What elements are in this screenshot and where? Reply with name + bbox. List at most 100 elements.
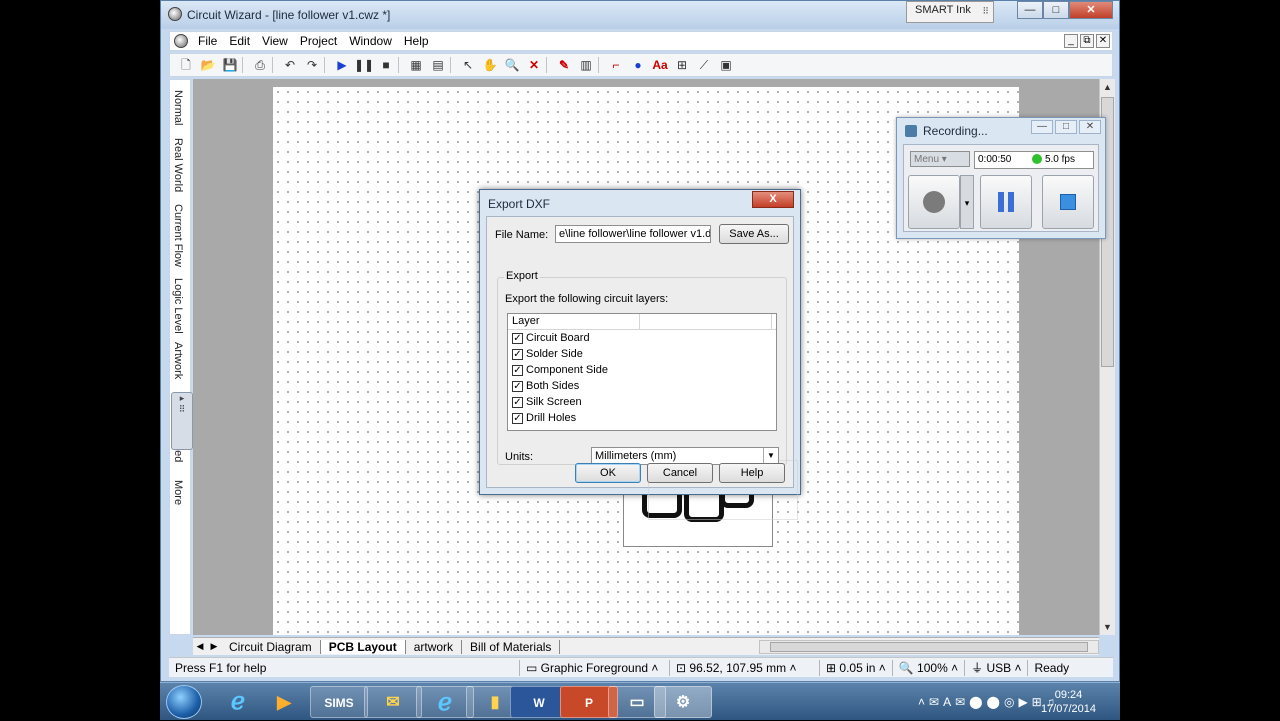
- package-icon[interactable]: ▣: [716, 56, 736, 74]
- tab-next-icon[interactable]: ▶: [207, 641, 221, 652]
- play-icon[interactable]: ▶: [332, 56, 352, 74]
- menu-edit[interactable]: Edit: [223, 34, 256, 48]
- layer-checkbox[interactable]: ✓: [512, 396, 523, 408]
- ie-icon[interactable]: ℯ: [218, 686, 258, 718]
- status-layer[interactable]: ▭ Graphic Foreground ˄: [519, 659, 669, 676]
- chevron-down-icon[interactable]: ▼: [763, 448, 778, 464]
- clock-date: 17/07/2014: [1040, 703, 1096, 715]
- layer-checkbox[interactable]: ✓: [512, 348, 523, 360]
- save-icon[interactable]: 💾: [220, 56, 240, 74]
- layer-row[interactable]: ✓ Component Side: [508, 362, 776, 378]
- mdi-restore-button[interactable]: ⧉: [1080, 34, 1094, 48]
- tab-prev-icon[interactable]: ◀: [193, 641, 207, 652]
- delete-icon[interactable]: ✕: [524, 56, 544, 74]
- text-icon[interactable]: Aa: [650, 56, 670, 74]
- layer-checkbox[interactable]: ✓: [512, 380, 523, 392]
- circuit-wizard-icon[interactable]: ⚙: [654, 686, 712, 718]
- status-port[interactable]: ⏚ USB ˄: [964, 659, 1027, 676]
- layer-row[interactable]: ✓ Silk Screen: [508, 394, 776, 410]
- media-player-icon[interactable]: ▶: [264, 686, 304, 718]
- status-grid[interactable]: ⊞ 0.05 in ˄: [819, 659, 892, 676]
- doc-icon[interactable]: [174, 34, 188, 48]
- recorder-restore-button[interactable]: □: [1055, 120, 1077, 134]
- new-icon[interactable]: 🗋: [176, 56, 196, 74]
- side-tab-current-flow[interactable]: Current Flow: [172, 204, 184, 267]
- scroll-down-icon[interactable]: ▼: [1100, 619, 1115, 635]
- record-button[interactable]: [908, 175, 960, 229]
- layer-row[interactable]: ✓ Circuit Board: [508, 330, 776, 346]
- menu-view[interactable]: View: [256, 34, 294, 48]
- layer-checkbox[interactable]: ✓: [512, 412, 523, 424]
- menu-file[interactable]: File: [192, 34, 223, 48]
- stop-icon[interactable]: ■: [376, 56, 396, 74]
- side-tab-logic-level[interactable]: Logic Level: [172, 278, 184, 334]
- mdi-minimize-button[interactable]: _: [1064, 34, 1078, 48]
- stop-button[interactable]: [1042, 175, 1094, 229]
- smart-ink-toolbar[interactable]: SMART Ink ⠿: [906, 1, 994, 23]
- side-tab-real-world[interactable]: Real World: [172, 138, 184, 192]
- record-options-chevron-icon[interactable]: ▾: [960, 175, 974, 229]
- open-icon[interactable]: 📂: [198, 56, 218, 74]
- smart-side-grip[interactable]: ▸ ⠿: [171, 392, 193, 450]
- cancel-button[interactable]: Cancel: [647, 463, 713, 483]
- column-header-layer[interactable]: Layer: [508, 314, 640, 329]
- status-grid-text: 0.05 in: [839, 660, 876, 675]
- undo-icon[interactable]: ↶: [280, 56, 300, 74]
- save-as-button[interactable]: Save As...: [719, 224, 789, 244]
- start-button[interactable]: [166, 685, 202, 719]
- recorder-minimize-button[interactable]: —: [1031, 120, 1053, 134]
- close-button[interactable]: ✕: [1069, 1, 1113, 19]
- recorder-menu-dropdown[interactable]: Menu ▾: [910, 151, 970, 167]
- probe-icon[interactable]: ✎: [554, 56, 574, 74]
- pause-button[interactable]: [980, 175, 1032, 229]
- tab-artwork[interactable]: artwork: [406, 639, 463, 654]
- title-bar[interactable]: Circuit Wizard - [line follower v1.cwz *…: [161, 1, 1119, 29]
- chart-icon[interactable]: ▥: [576, 56, 596, 74]
- tab-circuit-diagram[interactable]: Circuit Diagram: [221, 639, 321, 654]
- tab-pcb-layout[interactable]: PCB Layout: [320, 639, 406, 654]
- layer-row[interactable]: ✓ Solder Side: [508, 346, 776, 362]
- side-tab-artwork[interactable]: Artwork: [172, 342, 184, 379]
- dot-icon[interactable]: ●: [628, 56, 648, 74]
- sims-button[interactable]: SIMS: [310, 686, 368, 718]
- pause-icon[interactable]: ❚❚: [354, 56, 374, 74]
- record-icon: [923, 191, 945, 213]
- layer-row[interactable]: ✓ Drill Holes: [508, 410, 776, 426]
- layer-checkbox[interactable]: ✓: [512, 364, 523, 376]
- align-icon[interactable]: ⊞: [672, 56, 692, 74]
- side-tab-more[interactable]: More: [172, 480, 184, 505]
- view-side-tabs: Normal Real World Current Flow Logic Lev…: [169, 79, 193, 635]
- tray-icons[interactable]: ˄✉A✉⬤⬤◎▶⊞♫: [918, 695, 1059, 709]
- menu-window[interactable]: Window: [343, 34, 398, 48]
- select-icon[interactable]: ↖: [458, 56, 478, 74]
- minimize-button[interactable]: —: [1017, 1, 1043, 19]
- file-name-field[interactable]: e\line follower\line follower v1.dxf: [555, 225, 711, 243]
- layout-icon[interactable]: ▤: [428, 56, 448, 74]
- mdi-close-button[interactable]: ✕: [1096, 34, 1110, 48]
- ok-button[interactable]: OK: [575, 463, 641, 483]
- recorder-close-button[interactable]: ✕: [1079, 120, 1101, 134]
- layer-checkbox[interactable]: ✓: [512, 332, 523, 344]
- help-button[interactable]: Help: [719, 463, 785, 483]
- side-tab-normal[interactable]: Normal: [172, 90, 184, 125]
- outlook-icon[interactable]: ✉: [364, 686, 422, 718]
- wire-icon[interactable]: ⌐: [606, 56, 626, 74]
- zoom-icon[interactable]: 🔍: [502, 56, 522, 74]
- status-zoom[interactable]: 🔍 100% ˄: [891, 659, 964, 676]
- clock[interactable]: 09:24 17/07/2014: [1041, 688, 1096, 716]
- menu-help[interactable]: Help: [398, 34, 435, 48]
- menu-project[interactable]: Project: [294, 34, 343, 48]
- redo-icon[interactable]: ↷: [302, 56, 322, 74]
- horizontal-scrollbar[interactable]: [759, 639, 1099, 654]
- maximize-button[interactable]: □: [1043, 1, 1069, 19]
- hand-icon[interactable]: ✋: [480, 56, 500, 74]
- scroll-up-icon[interactable]: ▲: [1100, 79, 1115, 95]
- hscroll-thumb[interactable]: [770, 641, 1088, 652]
- component-icon[interactable]: ▦: [406, 56, 426, 74]
- print-icon[interactable]: ⎙: [250, 56, 270, 74]
- tab-bill-of-materials[interactable]: Bill of Materials: [462, 639, 561, 654]
- layer-list[interactable]: Layer ✓ Circuit Board ✓ Solder Side ✓ Compo…: [507, 313, 798, 520]
- hatch-icon[interactable]: ⟋: [694, 56, 714, 74]
- layer-row[interactable]: ✓ Both Sides: [508, 378, 776, 394]
- dialog-close-button[interactable]: X: [752, 191, 794, 208]
